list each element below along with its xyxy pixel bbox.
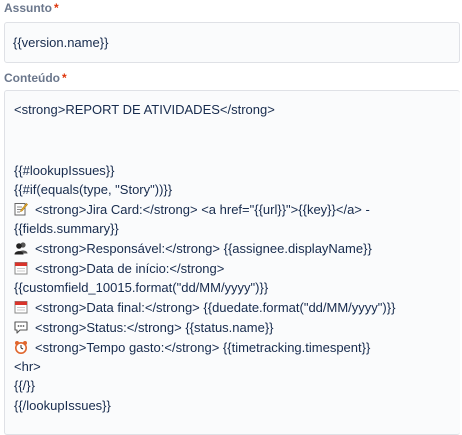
content-line-responsavel: <strong>Responsável:</strong> {{assignee… [14,241,372,257]
content-line: <strong>REPORT DE ATIVIDADES</strong> [14,102,275,117]
content-line-jira-card: <strong>Jira Card:</strong> <a href="{{u… [14,202,370,218]
content-line-status: <strong>Status:</strong> {{status.name}} [14,320,274,336]
content-line-tempo-gasto: <strong>Tempo gasto:</strong> {{timetrac… [14,340,370,356]
required-marker: * [62,71,67,85]
content-label: Conteúdo * [4,71,67,85]
content-textarea[interactable]: <strong>REPORT DE ATIVIDADES</strong> {{… [4,90,460,435]
subject-input[interactable]: {{version.name}} [4,22,460,63]
content-line: {{/}} [14,378,35,393]
memo-icon [14,203,28,216]
content-line: {{/lookupIssues}} [14,398,111,413]
content-line: {{customfield_10015.format("dd/MM/yyyy")… [14,280,269,295]
content-line: {{#lookupIssues}} [14,163,115,178]
calendar-icon [14,301,28,314]
people-icon [14,242,28,255]
calendar-icon [14,262,28,275]
subject-label: Assunto * [4,1,59,15]
alarm-clock-icon [15,341,27,354]
subject-value: {{version.name}} [13,35,109,50]
content-line: {{fields.summary}} [14,221,119,236]
content-line-data-inicio: <strong>Data de início:</strong> [14,261,224,277]
content-line: <hr> [14,359,41,374]
content-line: {{#if(equals(type, "Story"))}} [14,182,173,197]
required-marker: * [54,1,59,15]
content-line-data-final: <strong>Data final:</strong> {{duedate.f… [14,300,395,316]
speech-bubble-icon [14,321,28,334]
